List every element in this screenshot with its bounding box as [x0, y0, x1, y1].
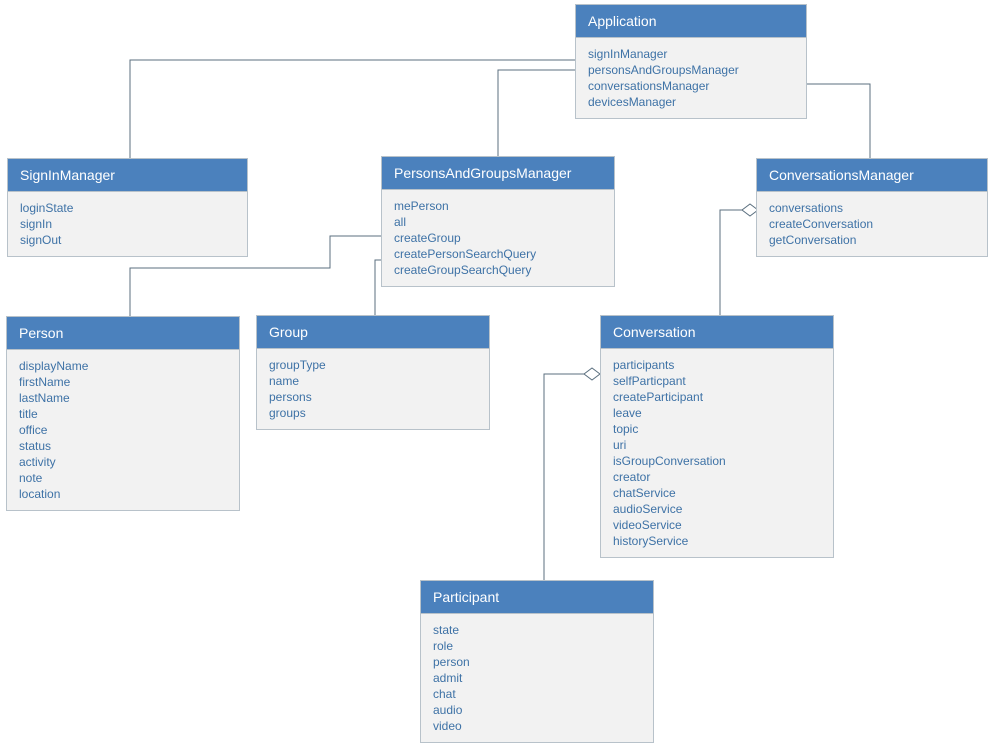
member: mePerson: [394, 198, 602, 214]
member: createPersonSearchQuery: [394, 246, 602, 262]
member: persons: [269, 389, 477, 405]
member: activity: [19, 454, 227, 470]
connector-app-signin: [130, 60, 575, 158]
diagram-canvas: Application signInManager personsAndGrou…: [0, 0, 994, 745]
member: createGroup: [394, 230, 602, 246]
class-signinmanager: SignInManager loginState signIn signOut: [7, 158, 248, 257]
member: selfParticpant: [613, 373, 821, 389]
member: creator: [613, 469, 821, 485]
member: all: [394, 214, 602, 230]
member: videoService: [613, 517, 821, 533]
class-title-signinmanager: SignInManager: [8, 159, 247, 192]
member: leave: [613, 405, 821, 421]
class-title-conversation: Conversation: [601, 316, 833, 349]
member: state: [433, 622, 641, 638]
class-conversationsmanager: ConversationsManager conversations creat…: [756, 158, 988, 257]
connector-app-conversations: [807, 84, 870, 158]
member: lastName: [19, 390, 227, 406]
member: createParticipant: [613, 389, 821, 405]
member: loginState: [20, 200, 235, 216]
class-body-application: signInManager personsAndGroupsManager co…: [576, 38, 806, 118]
member: isGroupConversation: [613, 453, 821, 469]
member: video: [433, 718, 641, 734]
member: firstName: [19, 374, 227, 390]
connector-app-persons: [498, 70, 575, 156]
class-participant: Participant state role person admit chat…: [420, 580, 654, 743]
class-title-application: Application: [576, 5, 806, 38]
member: name: [269, 373, 477, 389]
member: note: [19, 470, 227, 486]
member: uri: [613, 437, 821, 453]
class-group: Group groupType name persons groups: [256, 315, 490, 430]
class-body-signinmanager: loginState signIn signOut: [8, 192, 247, 256]
connector-convmgr-conversation: [720, 210, 758, 315]
member: admit: [433, 670, 641, 686]
member: devicesManager: [588, 94, 794, 110]
member: title: [19, 406, 227, 422]
member: getConversation: [769, 232, 975, 248]
member: chatService: [613, 485, 821, 501]
member: personsAndGroupsManager: [588, 62, 794, 78]
member: groups: [269, 405, 477, 421]
member: displayName: [19, 358, 227, 374]
connector-conversation-participant: [544, 374, 600, 580]
member: signInManager: [588, 46, 794, 62]
member: groupType: [269, 357, 477, 373]
member: office: [19, 422, 227, 438]
member: createGroupSearchQuery: [394, 262, 602, 278]
member: createConversation: [769, 216, 975, 232]
class-personsandgroupsmanager: PersonsAndGroupsManager mePerson all cre…: [381, 156, 615, 287]
class-title-conversationsmanager: ConversationsManager: [757, 159, 987, 192]
member: role: [433, 638, 641, 654]
class-person: Person displayName firstName lastName ti…: [6, 316, 240, 511]
class-title-group: Group: [257, 316, 489, 349]
member: location: [19, 486, 227, 502]
class-body-person: displayName firstName lastName title off…: [7, 350, 239, 510]
member: chat: [433, 686, 641, 702]
member: signIn: [20, 216, 235, 232]
class-body-conversation: participants selfParticpant createPartic…: [601, 349, 833, 557]
aggregation-diamond-conversation: [584, 368, 600, 380]
class-conversation: Conversation participants selfParticpant…: [600, 315, 834, 558]
member: conversationsManager: [588, 78, 794, 94]
class-body-group: groupType name persons groups: [257, 349, 489, 429]
member: conversations: [769, 200, 975, 216]
class-body-participant: state role person admit chat audio video: [421, 614, 653, 742]
class-title-participant: Participant: [421, 581, 653, 614]
member: historyService: [613, 533, 821, 549]
member: participants: [613, 357, 821, 373]
member: status: [19, 438, 227, 454]
member: signOut: [20, 232, 235, 248]
class-application: Application signInManager personsAndGrou…: [575, 4, 807, 119]
member: topic: [613, 421, 821, 437]
class-title-person: Person: [7, 317, 239, 350]
member: audioService: [613, 501, 821, 517]
member: person: [433, 654, 641, 670]
class-body-conversationsmanager: conversations createConversation getConv…: [757, 192, 987, 256]
member: audio: [433, 702, 641, 718]
class-body-personsandgroupsmanager: mePerson all createGroup createPersonSea…: [382, 190, 614, 286]
class-title-personsandgroupsmanager: PersonsAndGroupsManager: [382, 157, 614, 190]
